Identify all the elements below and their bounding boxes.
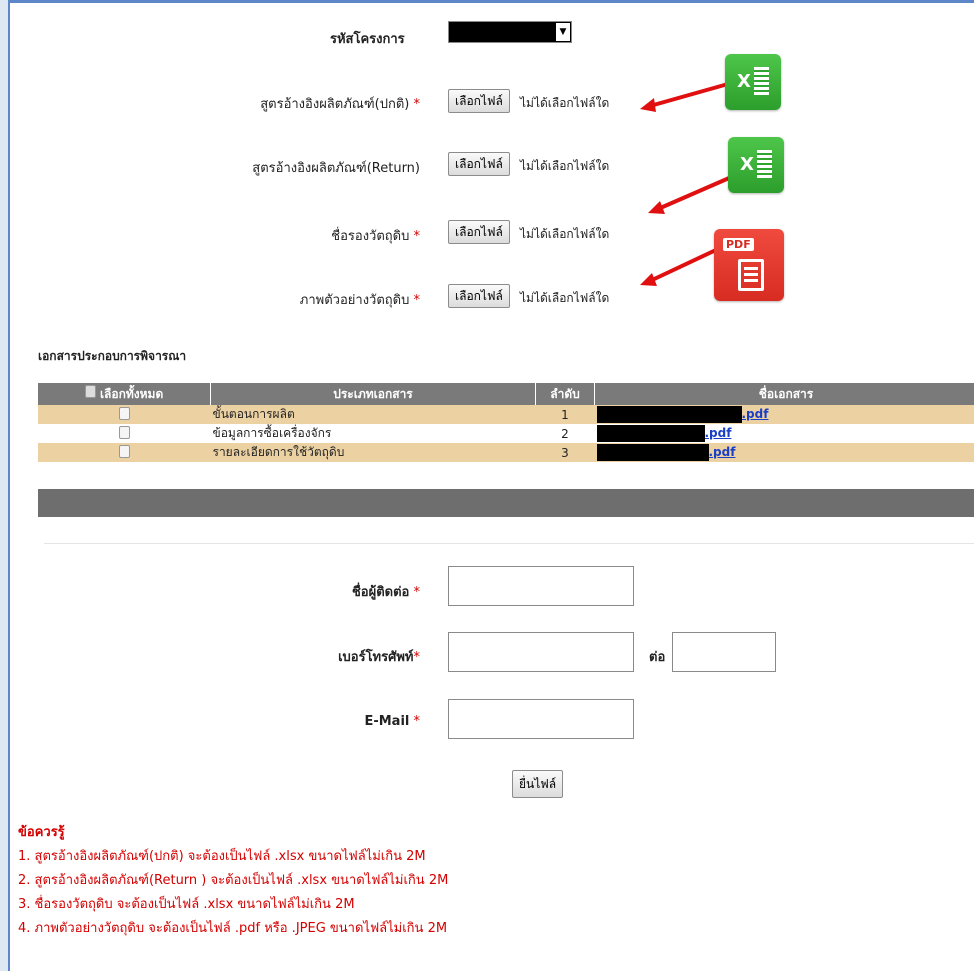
file-label-material-names: ชื่อรองวัตถุดิบ * bbox=[331, 229, 420, 244]
submit-file-button[interactable]: ยื่นไฟล์ bbox=[512, 770, 564, 798]
excel-file-icon: X bbox=[725, 54, 781, 110]
doc-order-cell: 3 bbox=[535, 443, 595, 462]
file-label-return-formula: สูตรอ้างอิงผลิตภัณฑ์(Return) bbox=[252, 161, 420, 176]
contact-name-input[interactable] bbox=[448, 566, 634, 606]
phone-extension-input[interactable] bbox=[672, 632, 776, 672]
row-checkbox[interactable] bbox=[118, 425, 130, 439]
phone-extension-label: ต่อ bbox=[649, 650, 666, 665]
note-item: 4. ภาพตัวอย่างวัตถุดิบ จะต้องเป็นไฟล์ .p… bbox=[18, 921, 448, 936]
file-status-material-names: ไม่ได้เลือกไฟล์ใด bbox=[520, 227, 610, 241]
phone-label: เบอร์โทรศัพท์* bbox=[338, 650, 420, 665]
choose-file-button-material-names[interactable]: เลือกไฟล์ bbox=[448, 220, 510, 244]
document-link[interactable]: .pdf bbox=[709, 445, 736, 459]
file-label-material-sample-image: ภาพตัวอย่างวัตถุดิบ * bbox=[299, 293, 420, 308]
row-checkbox[interactable] bbox=[118, 444, 130, 458]
table-row: ขั้นตอนการผลิต 1 .pdf bbox=[38, 405, 974, 424]
note-item: 3. ชื่อรองวัตถุดิบ จะต้องเป็นไฟล์ .xlsx … bbox=[18, 897, 355, 912]
column-header-order: ลำดับ bbox=[535, 383, 595, 405]
red-arrow-icon bbox=[640, 82, 729, 112]
column-header-name: ชื่อเอกสาร bbox=[594, 383, 974, 405]
redacted-block bbox=[596, 406, 742, 423]
note-item: 1. สูตรอ้างอิงผลิตภัณฑ์(ปกติ) จะต้องเป็น… bbox=[18, 849, 426, 864]
documents-table: เลือกทั้งหมด ประเภทเอกสาร ลำดับ ชื่อเอกส… bbox=[38, 383, 974, 462]
redacted-block bbox=[596, 444, 709, 461]
email-input[interactable] bbox=[448, 699, 634, 739]
table-row: รายละเอียดการใช้วัตถุดิบ 3 .pdf bbox=[38, 443, 974, 462]
chevron-down-icon: ▼ bbox=[556, 23, 570, 41]
choose-file-button-sample-image[interactable]: เลือกไฟล์ bbox=[448, 284, 510, 308]
choose-file-button-return[interactable]: เลือกไฟล์ bbox=[448, 152, 510, 176]
table-footer-bar bbox=[38, 489, 974, 517]
redacted-block bbox=[596, 425, 705, 442]
contact-name-label: ชื่อผู้ติดต่อ * bbox=[351, 585, 420, 600]
doc-type-cell: ข้อมูลการซื้อเครื่องจักร bbox=[210, 424, 536, 443]
file-status-sample-image: ไม่ได้เลือกไฟล์ใด bbox=[520, 291, 610, 305]
notes-section: ข้อควรรู้ 1. สูตรอ้างอิงผลิตภัณฑ์(ปกติ) … bbox=[18, 821, 448, 941]
row-checkbox[interactable] bbox=[118, 406, 130, 420]
phone-input[interactable] bbox=[448, 632, 634, 672]
column-header-select-all[interactable]: เลือกทั้งหมด bbox=[38, 383, 211, 405]
note-item: 2. สูตรอ้างอิงผลิตภัณฑ์(Return ) จะต้องเ… bbox=[18, 873, 449, 888]
doc-order-cell: 1 bbox=[535, 405, 595, 424]
select-all-checkbox[interactable] bbox=[84, 384, 96, 398]
excel-file-icon: X bbox=[728, 137, 784, 193]
project-code-label: รหัสโครงการ bbox=[330, 32, 405, 47]
upload-form-panel: รหัสโครงการ ▼ สูตรอ้างอิงผลิตภัณฑ์(ปกติ)… bbox=[8, 0, 974, 971]
pdf-file-icon: PDF bbox=[714, 229, 784, 301]
document-link[interactable]: .pdf bbox=[742, 407, 769, 421]
choose-file-button-standard[interactable]: เลือกไฟล์ bbox=[448, 89, 510, 113]
column-header-type: ประเภทเอกสาร bbox=[210, 383, 536, 405]
documents-section-title: เอกสารประกอบการพิจารณา bbox=[38, 349, 187, 363]
file-status-standard: ไม่ได้เลือกไฟล์ใด bbox=[520, 96, 610, 110]
email-label: E-Mail * bbox=[364, 714, 420, 729]
file-label-standard-formula: สูตรอ้างอิงผลิตภัณฑ์(ปกติ) * bbox=[260, 97, 420, 112]
doc-type-cell: ขั้นตอนการผลิต bbox=[210, 405, 536, 424]
project-code-select[interactable]: ▼ bbox=[448, 21, 572, 43]
document-link[interactable]: .pdf bbox=[705, 426, 732, 440]
divider bbox=[44, 543, 974, 544]
doc-order-cell: 2 bbox=[535, 424, 595, 443]
file-status-return: ไม่ได้เลือกไฟล์ใด bbox=[520, 159, 610, 173]
notes-title: ข้อควรรู้ bbox=[18, 825, 65, 840]
doc-type-cell: รายละเอียดการใช้วัตถุดิบ bbox=[210, 443, 536, 462]
table-row: ข้อมูลการซื้อเครื่องจักร 2 .pdf bbox=[38, 424, 974, 443]
